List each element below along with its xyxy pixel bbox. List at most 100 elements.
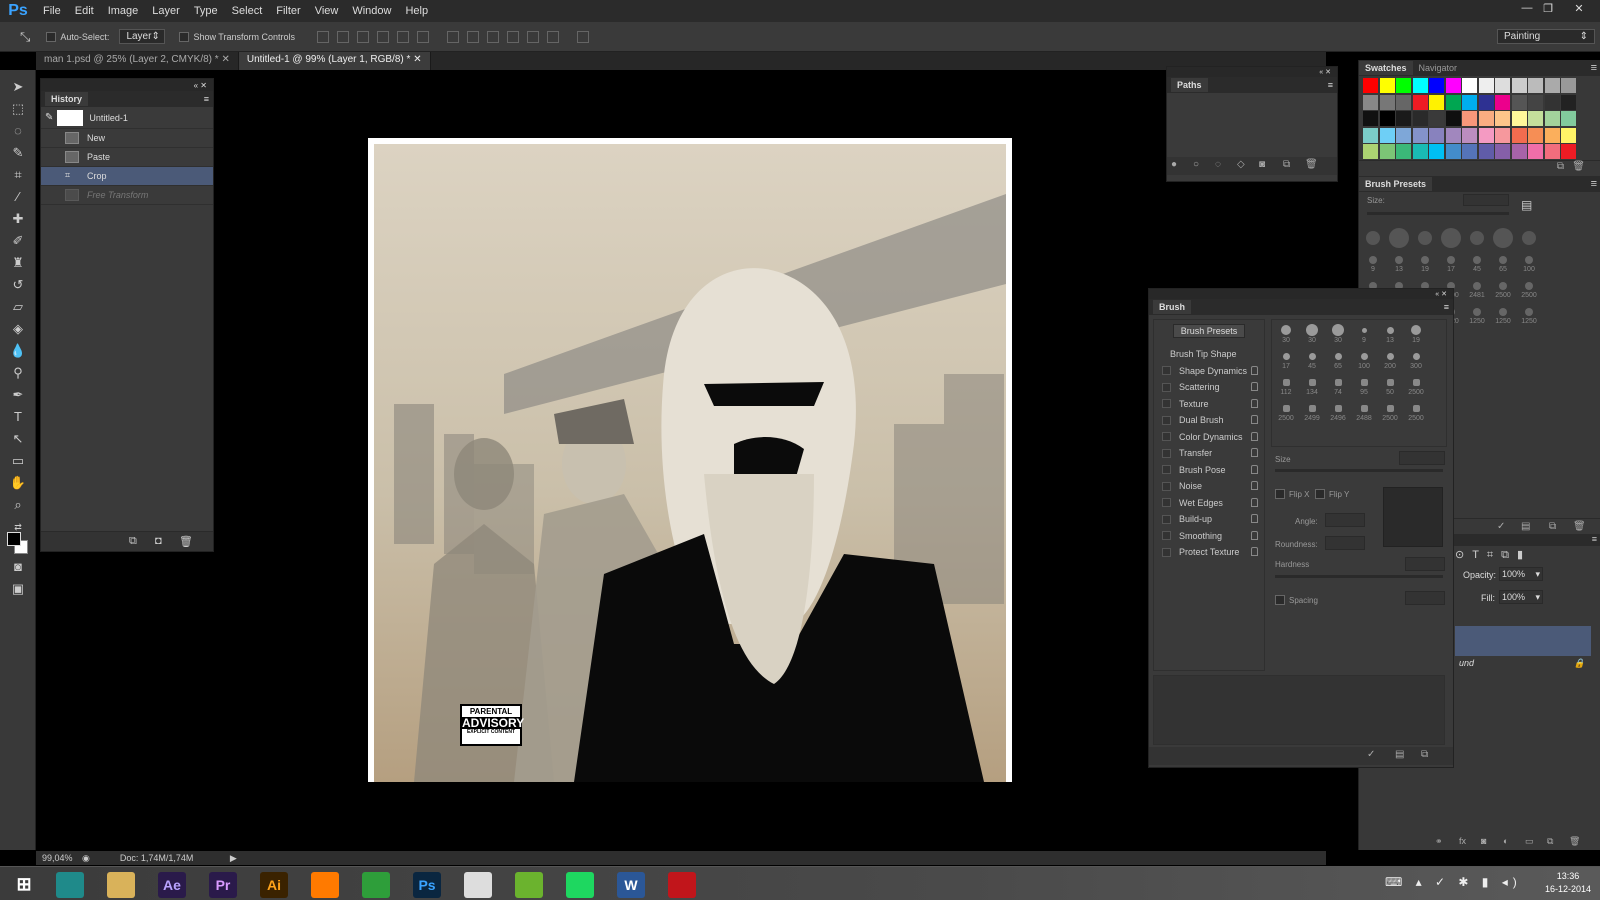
- taskbar-app-button[interactable]: Ai: [252, 869, 296, 899]
- close-icon[interactable]: ✕: [1569, 2, 1589, 18]
- menu-edit[interactable]: Edit: [68, 5, 101, 17]
- color-swatch[interactable]: [1478, 111, 1494, 126]
- chevron-down-icon[interactable]: ▾: [1535, 592, 1540, 603]
- chevron-down-icon[interactable]: ▾: [1535, 569, 1540, 580]
- brush-option-checkbox[interactable]: [1162, 481, 1171, 491]
- color-swatch[interactable]: [1445, 78, 1461, 93]
- color-swatch[interactable]: [1561, 144, 1576, 159]
- collapse-icon[interactable]: « ✕: [1319, 68, 1331, 76]
- brush-tip[interactable]: [1360, 378, 1368, 386]
- brush-tip[interactable]: [1282, 352, 1290, 360]
- link-layers-icon[interactable]: ⚭: [1435, 836, 1443, 847]
- eyedropper-tool-icon[interactable]: ⁄: [8, 188, 28, 206]
- healing-brush-icon[interactable]: ✚: [8, 210, 28, 228]
- taskbar-app-button[interactable]: Ps: [405, 869, 449, 899]
- color-swatch[interactable]: [1561, 111, 1576, 126]
- menu-filter[interactable]: Filter: [269, 5, 307, 17]
- paths-title[interactable]: Paths: [1171, 78, 1208, 92]
- lock-icon[interactable]: [1251, 415, 1258, 424]
- color-swatch[interactable]: [1528, 144, 1543, 159]
- history-brush-source-icon[interactable]: ✎: [45, 112, 53, 123]
- auto-align-icon[interactable]: [576, 30, 589, 43]
- color-swatch[interactable]: [1544, 144, 1560, 159]
- menu-type[interactable]: Type: [187, 5, 225, 17]
- distribute-left-icon[interactable]: [506, 30, 519, 43]
- brush-tip[interactable]: [1412, 352, 1420, 360]
- taskbar-app-button[interactable]: [354, 869, 398, 899]
- roundness-field[interactable]: [1325, 536, 1365, 550]
- color-swatch[interactable]: [1495, 144, 1510, 159]
- layer-filter-icons[interactable]: ⊙T⌗⧉▮: [1455, 548, 1531, 562]
- brush-option-row[interactable]: Scattering: [1154, 379, 1264, 396]
- add-mask-icon[interactable]: ◙: [1259, 159, 1265, 170]
- new-group-icon[interactable]: ▭: [1525, 836, 1534, 847]
- new-swatch-icon[interactable]: ⧉: [1557, 161, 1564, 172]
- brush-option-checkbox[interactable]: [1162, 448, 1171, 458]
- marquee-tool-icon[interactable]: ⬚: [8, 100, 28, 118]
- brush-option-row[interactable]: Shape Dynamics: [1154, 363, 1264, 380]
- taskbar-app-button[interactable]: Ae: [150, 869, 194, 899]
- menu-help[interactable]: Help: [398, 5, 435, 17]
- taskbar-app-button[interactable]: Pr: [201, 869, 245, 899]
- brush-tip-grid[interactable]: 30 30 30 9 13 19 17 45 65 100 200 300 112 134 74 95 50 25…: [1271, 319, 1447, 447]
- menu-view[interactable]: View: [308, 5, 346, 17]
- lock-icon[interactable]: [1251, 365, 1258, 375]
- brush-preset[interactable]: [1473, 256, 1481, 264]
- trash-icon[interactable]: 🗑: [1572, 161, 1585, 172]
- brush-preset[interactable]: [1473, 308, 1481, 316]
- color-swatch[interactable]: [1478, 94, 1494, 110]
- color-swatch[interactable]: [1396, 144, 1411, 159]
- tab-untitled-1[interactable]: Untitled-1 @ 99% (Layer 1, RGB/8) * ✕: [238, 52, 431, 70]
- color-swatch[interactable]: [1544, 94, 1560, 110]
- panel-menu-icon[interactable]: ≡: [1592, 534, 1597, 544]
- color-swatch[interactable]: [1445, 144, 1461, 159]
- collapse-icon[interactable]: « ✕: [1435, 290, 1447, 298]
- color-swatch[interactable]: [1462, 127, 1477, 143]
- panel-menu-icon[interactable]: ≡: [1591, 62, 1597, 74]
- color-swatch[interactable]: [1412, 78, 1428, 93]
- camera-icon[interactable]: ◘: [155, 535, 162, 547]
- color-swatch[interactable]: [1412, 127, 1428, 143]
- type-tool-icon[interactable]: T: [8, 408, 28, 426]
- brush-option-row[interactable]: Dual Brush: [1154, 412, 1264, 429]
- color-swatch[interactable]: [1363, 94, 1378, 110]
- brush-option-checkbox[interactable]: [1162, 465, 1171, 475]
- make-path-icon[interactable]: ◇: [1237, 159, 1245, 170]
- brush-option-checkbox[interactable]: [1162, 547, 1171, 557]
- brush-tip[interactable]: [1334, 352, 1342, 360]
- brush-option-checkbox[interactable]: [1162, 366, 1171, 376]
- color-swatch[interactable]: [1429, 127, 1444, 143]
- brush-tool-icon[interactable]: ✐: [8, 232, 28, 250]
- color-swatch[interactable]: [1511, 94, 1527, 110]
- brush-tip[interactable]: [1308, 378, 1316, 386]
- brush-preset[interactable]: [1418, 231, 1432, 245]
- color-swatch[interactable]: [1363, 111, 1378, 126]
- brush-preset[interactable]: [1499, 282, 1507, 290]
- brush-tip[interactable]: [1282, 404, 1290, 412]
- brush-tip[interactable]: [1386, 326, 1394, 334]
- panel-menu-icon[interactable]: ≡: [1328, 80, 1333, 90]
- history-brush-icon[interactable]: ↺: [8, 276, 28, 294]
- lock-icon[interactable]: [1251, 514, 1258, 523]
- taskbar-app-button[interactable]: [660, 869, 704, 899]
- color-swatch[interactable]: [1495, 78, 1510, 93]
- move-tool-icon[interactable]: ⤡: [20, 29, 30, 45]
- lock-icon[interactable]: [1251, 497, 1258, 507]
- taskbar-app-button[interactable]: [99, 869, 143, 899]
- color-swatch[interactable]: [1495, 94, 1510, 110]
- brush-grid-icon[interactable]: ▤: [1395, 749, 1404, 760]
- tray-icons[interactable]: ⌨ ▴ ✓ ✱ ▮ ◂): [1385, 875, 1522, 889]
- brush-option-row[interactable]: Wet Edges: [1154, 495, 1264, 512]
- brush-option-row[interactable]: Smoothing: [1154, 528, 1264, 545]
- history-snapshot[interactable]: ✎ Untitled-1: [41, 107, 213, 129]
- zoom-tool-icon[interactable]: ⌕: [8, 496, 28, 514]
- lock-icon[interactable]: [1251, 448, 1258, 457]
- layer-row-background[interactable]: und 🔒: [1455, 658, 1595, 678]
- dodge-tool-icon[interactable]: ⚲: [8, 364, 28, 382]
- brush-option-checkbox[interactable]: [1162, 514, 1171, 524]
- align-left-icon[interactable]: [376, 30, 389, 43]
- color-swatch[interactable]: [1511, 111, 1527, 126]
- new-document-from-state-icon[interactable]: ⧉: [129, 535, 137, 548]
- color-swatch[interactable]: [1495, 111, 1510, 126]
- brush-tip[interactable]: [1334, 404, 1342, 412]
